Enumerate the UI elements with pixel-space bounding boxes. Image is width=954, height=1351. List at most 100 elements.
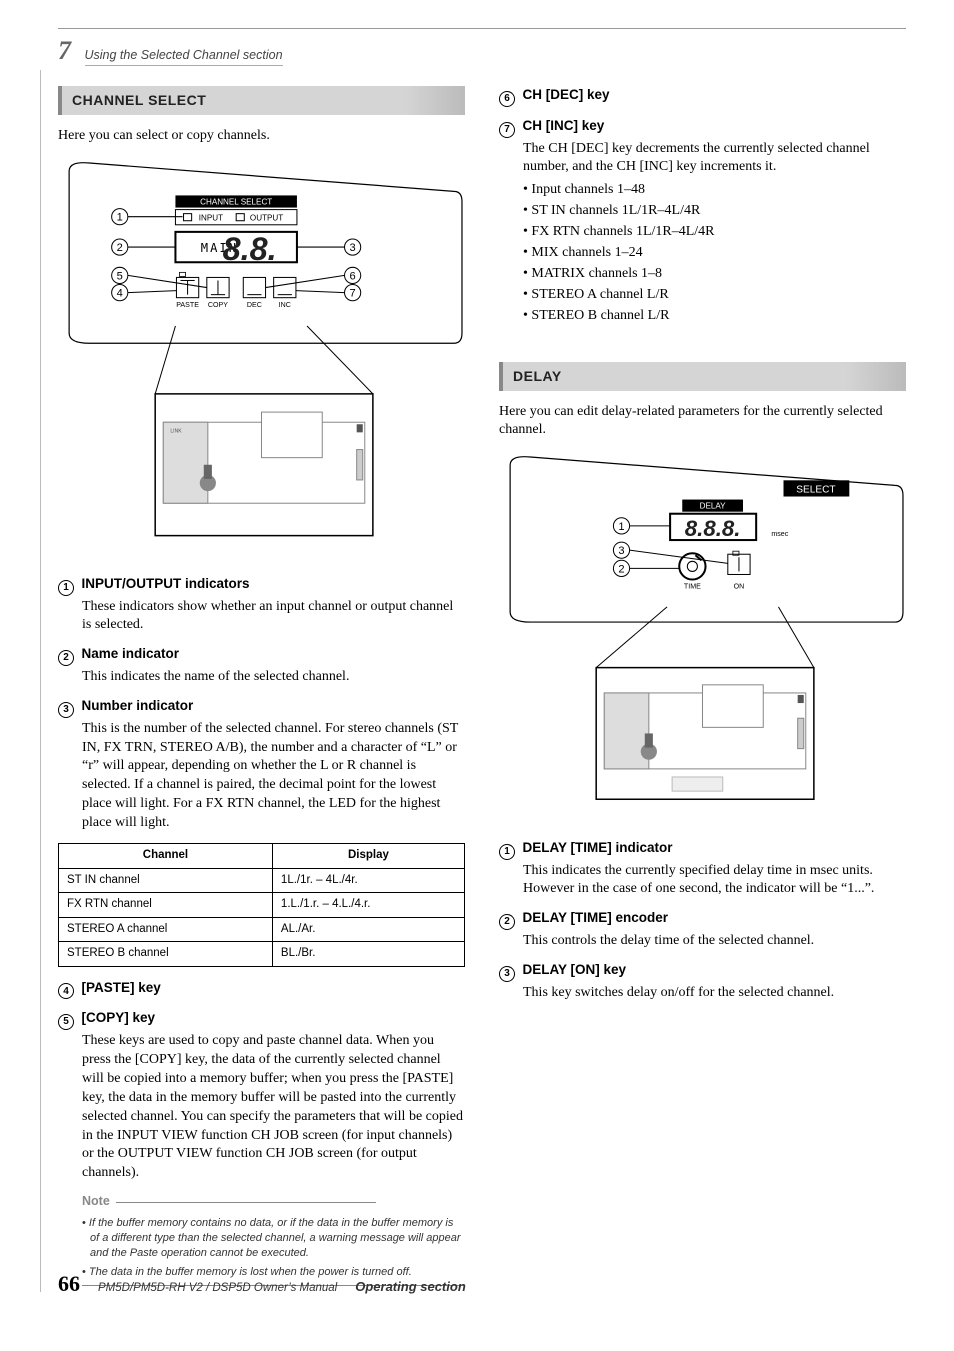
left-margin-rule	[40, 70, 41, 1292]
table-row: STEREO A channelAL./Ar.	[59, 917, 465, 942]
table-row: FX RTN channel1.L./1.r. – 4.L./4.r.	[59, 893, 465, 918]
item-body: This indicates the name of the selected …	[82, 668, 465, 687]
circled-4-icon: 4	[58, 983, 74, 999]
item-title: INPUT/OUTPUT indicators	[82, 576, 250, 591]
channel-select-item-list-a: 1 INPUT/OUTPUT indicators These indicato…	[58, 575, 465, 833]
channel-select-intro: Here you can select or copy channels.	[58, 127, 465, 146]
svg-text:DEC: DEC	[247, 301, 262, 309]
section-heading-delay: DELAY	[499, 362, 906, 391]
item-body: This indicates the currently specified d…	[523, 862, 906, 900]
svg-text:1: 1	[117, 212, 123, 224]
delay-intro: Here you can edit delay-related paramete…	[499, 403, 906, 441]
circled-7-icon: 7	[499, 122, 515, 138]
item-delay-time-indicator: 1 DELAY [TIME] indicator This indicates …	[499, 839, 906, 900]
bullet: MATRIX channels 1–8	[523, 265, 906, 284]
svg-text:8.8.: 8.8.	[223, 231, 277, 267]
item-body: The CH [DEC] key decrements the currentl…	[523, 140, 906, 178]
section-heading-channel-select: CHANNEL SELECT	[58, 86, 465, 115]
circled-2-icon: 2	[499, 914, 515, 930]
svg-text:msec: msec	[771, 530, 788, 538]
channel-select-item-list-b: 4 [PASTE] key 5 [COPY] key These keys ar…	[58, 979, 465, 1184]
circled-2-icon: 2	[58, 650, 74, 666]
circled-1-icon: 1	[58, 580, 74, 596]
svg-text:7: 7	[350, 288, 356, 300]
bullet: STEREO B channel L/R	[523, 307, 906, 326]
svg-text:5: 5	[117, 270, 123, 282]
item-body: This is the number of the selected chann…	[82, 720, 465, 833]
circled-1-icon: 1	[499, 844, 515, 860]
note-label: Note	[82, 1193, 110, 1210]
svg-text:SELECT: SELECT	[796, 485, 835, 496]
circled-3-icon: 3	[499, 966, 515, 982]
svg-text:OUTPUT: OUTPUT	[250, 214, 283, 223]
svg-text:CHANNEL SELECT: CHANNEL SELECT	[200, 197, 272, 206]
item-copy-key: 5 [COPY] key These keys are used to copy…	[58, 1009, 465, 1183]
item-title: DELAY [TIME] encoder	[523, 910, 669, 925]
section-label: Operating section	[355, 1278, 466, 1296]
channel-type-bullets: Input channels 1–48 ST IN channels 1L/1R…	[523, 181, 906, 325]
item-body: This controls the delay time of the sele…	[523, 932, 906, 951]
svg-text:1: 1	[618, 521, 624, 533]
chapter-number: 7	[58, 36, 71, 65]
page-header: 7 Using the Selected Channel section	[58, 28, 906, 68]
item-ch-inc-key: 7 CH [INC] key The CH [DEC] key decremen…	[499, 117, 906, 326]
item-title: Number indicator	[82, 698, 194, 713]
circled-5-icon: 5	[58, 1014, 74, 1030]
note-bullet: If the buffer memory contains no data, o…	[82, 1216, 465, 1261]
item-title: DELAY [TIME] indicator	[523, 840, 673, 855]
table-row: STEREO B channelBL./Br.	[59, 942, 465, 967]
item-name-indicator: 2 Name indicator This indicates the name…	[58, 645, 465, 687]
bullet: STEREO A channel L/R	[523, 286, 906, 305]
svg-text:PASTE: PASTE	[176, 301, 199, 309]
item-body: This key switches delay on/off for the s…	[523, 984, 906, 1003]
svg-text:8.8.8.: 8.8.8.	[685, 516, 741, 541]
circled-3-icon: 3	[58, 702, 74, 718]
svg-text:LINK: LINK	[170, 428, 182, 434]
svg-text:ON: ON	[734, 583, 745, 591]
page-number: 66	[58, 1269, 80, 1299]
item-title: [PASTE] key	[82, 980, 161, 995]
item-title: [COPY] key	[82, 1010, 156, 1025]
bullet: ST IN channels 1L/1R–4L/4R	[523, 202, 906, 221]
svg-text:3: 3	[618, 546, 624, 558]
channel-select-diagram: CHANNEL SELECT INPUT OUTPUT MAIN 8.8. PA…	[58, 160, 465, 557]
item-delay-time-encoder: 2 DELAY [TIME] encoder This controls the…	[499, 909, 906, 951]
svg-text:INC: INC	[279, 301, 291, 309]
bullet: MIX channels 1–24	[523, 244, 906, 263]
bullet: Input channels 1–48	[523, 181, 906, 200]
svg-text:2: 2	[618, 564, 624, 576]
item-delay-on-key: 3 DELAY [ON] key This key switches delay…	[499, 961, 906, 1003]
channel-display-table: Channel Display ST IN channel1L./1r. – 4…	[58, 843, 465, 967]
note-rule	[116, 1202, 376, 1203]
svg-text:INPUT: INPUT	[199, 214, 223, 223]
item-title: CH [DEC] key	[523, 87, 610, 102]
item-title: DELAY [ON] key	[523, 962, 627, 977]
right-column: 6 CH [DEC] key 7 CH [INC] key The CH [DE…	[499, 86, 906, 1294]
item-title: CH [INC] key	[523, 118, 605, 133]
table-header-display: Display	[272, 844, 464, 869]
svg-text:4: 4	[117, 288, 123, 300]
item-number-indicator: 3 Number indicator This is the number of…	[58, 697, 465, 833]
delay-diagram: SELECT DELAY 8.8.8. msec TIME ON 1 2 3	[499, 454, 906, 821]
doc-title: PM5D/PM5D-RH V2 / DSP5D Owner’s Manual	[98, 1281, 337, 1297]
item-paste-key: 4 [PASTE] key	[58, 979, 465, 1000]
left-column: CHANNEL SELECT Here you can select or co…	[58, 86, 465, 1294]
bullet: FX RTN channels 1L/1R–4L/4R	[523, 223, 906, 242]
delay-item-list: 1 DELAY [TIME] indicator This indicates …	[499, 839, 906, 1003]
ch-dec-inc-list: 6 CH [DEC] key 7 CH [INC] key The CH [DE…	[499, 86, 906, 326]
table-row: ST IN channel1L./1r. – 4L./4r.	[59, 868, 465, 893]
item-input-output-indicators: 1 INPUT/OUTPUT indicators These indicato…	[58, 575, 465, 636]
table-header-channel: Channel	[59, 844, 273, 869]
two-column-layout: CHANNEL SELECT Here you can select or co…	[58, 86, 906, 1294]
circled-6-icon: 6	[499, 91, 515, 107]
item-body: These keys are used to copy and paste ch…	[82, 1032, 465, 1183]
item-title: Name indicator	[82, 646, 180, 661]
svg-text:DELAY: DELAY	[700, 502, 727, 511]
svg-text:TIME: TIME	[684, 583, 701, 591]
svg-text:3: 3	[350, 242, 356, 254]
chapter-title: Using the Selected Channel section	[85, 48, 283, 66]
page-footer: 66 PM5D/PM5D-RH V2 / DSP5D Owner’s Manua…	[58, 1269, 906, 1299]
item-ch-dec-key: 6 CH [DEC] key	[499, 86, 906, 107]
svg-text:COPY: COPY	[208, 301, 228, 309]
item-body: These indicators show whether an input c…	[82, 598, 465, 636]
